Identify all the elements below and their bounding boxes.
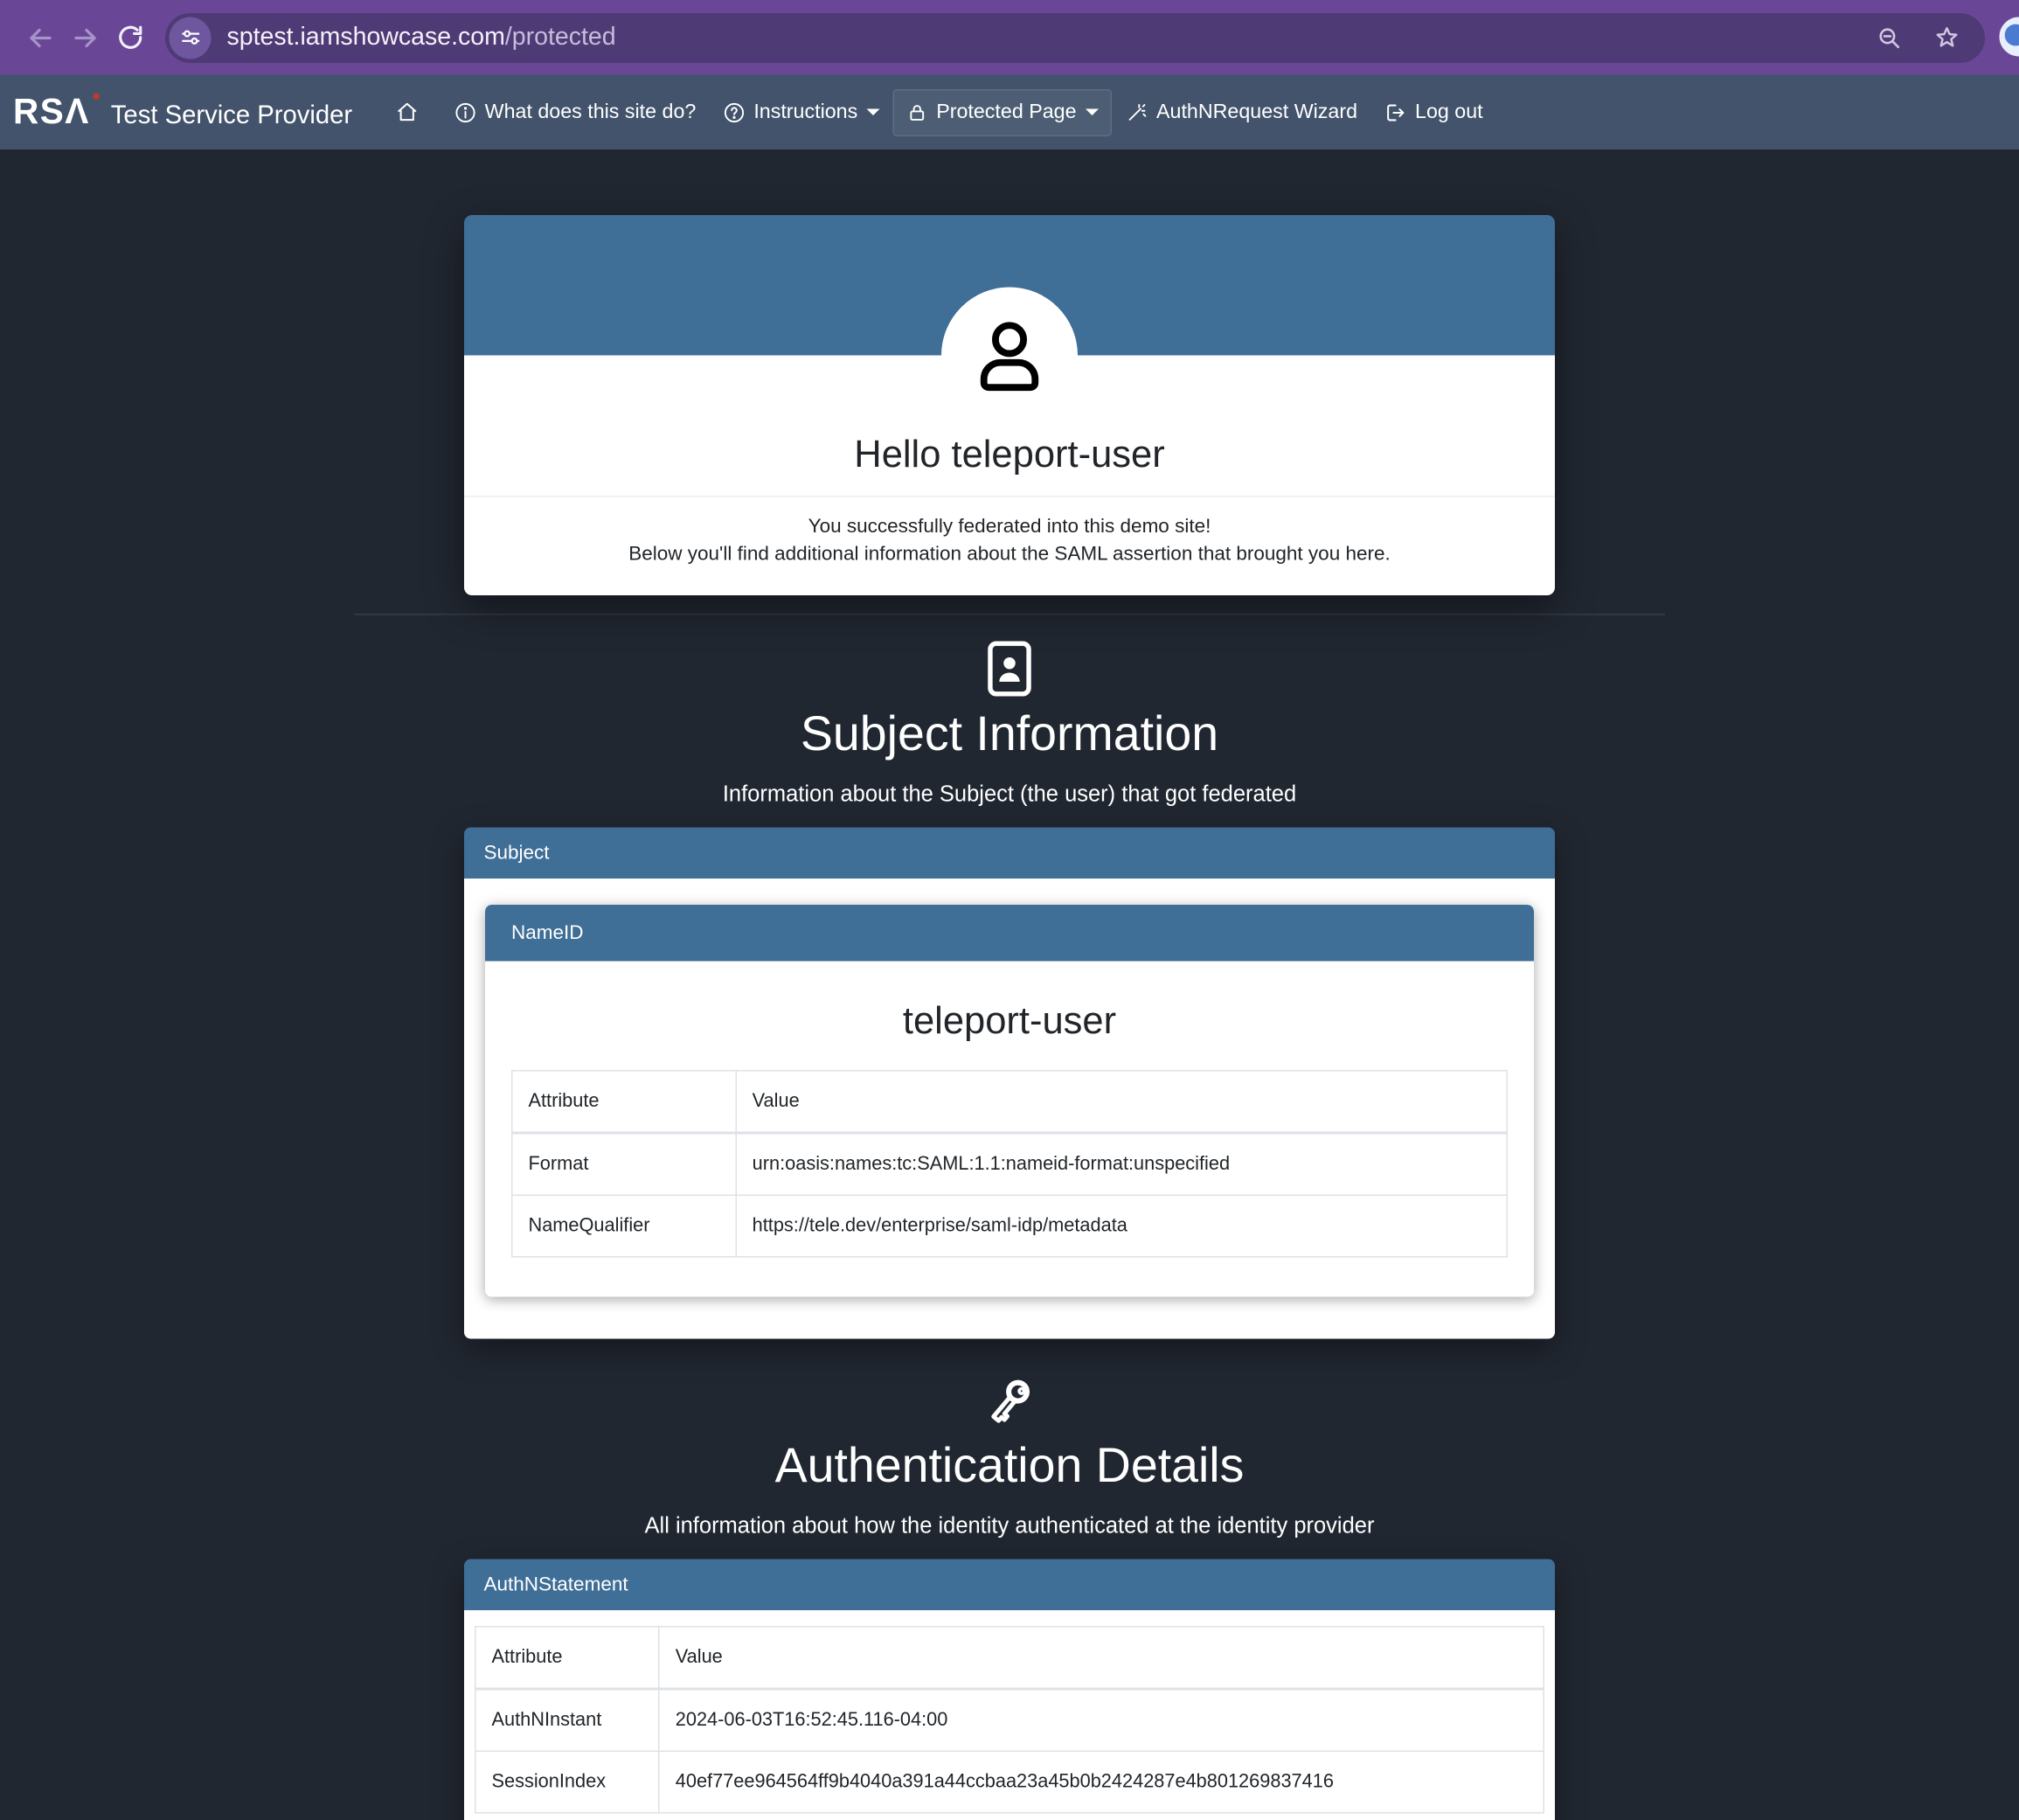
zoom-out-icon[interactable] <box>1870 17 1909 57</box>
brand-title: Test Service Provider <box>110 101 353 130</box>
url-host: sptest.iamshowcase.com <box>226 23 505 51</box>
divider <box>464 496 1555 497</box>
home-icon <box>394 100 420 125</box>
section-subtitle: All information about how the identity a… <box>644 1512 1375 1538</box>
table-row: SessionIndex 40ef77ee964564ff9b4040a391a… <box>474 1749 1544 1813</box>
attribute-cell: SessionIndex <box>474 1749 660 1813</box>
section-title: Authentication Details <box>774 1437 1245 1492</box>
nav-protected-page[interactable]: Protected Page <box>892 88 1113 136</box>
site-navbar: RSΛ Test Service Provider What does this… <box>0 74 2019 149</box>
authnstatement-panel-header: AuthNStatement <box>464 1558 1555 1610</box>
chevron-down-icon <box>1086 108 1100 115</box>
column-header: Value <box>735 1069 1509 1134</box>
attribute-cell: NameQualifier <box>511 1193 737 1257</box>
column-header: Attribute <box>474 1625 660 1690</box>
section-title: Subject Information <box>800 705 1219 761</box>
url-path: /protected <box>504 23 616 51</box>
chevron-down-icon <box>866 108 880 115</box>
subject-panel-header: Subject <box>464 826 1555 879</box>
table-row: AuthNInstant 2024-06-03T16:52:45.116-04:… <box>474 1687 1544 1752</box>
value-cell: https://tele.dev/enterprise/saml-idp/met… <box>735 1193 1509 1257</box>
address-bar[interactable]: sptest.iamshowcase.com/protected <box>165 12 1985 63</box>
hero-section: Hello teleport-user You successfully fed… <box>354 149 1665 615</box>
id-card-icon <box>0 638 2019 698</box>
registered-mark <box>92 93 100 100</box>
nameid-value: teleport-user <box>902 999 1117 1042</box>
authnstatement-panel-body: Attribute Value AuthNInstant 2024-06-03T… <box>464 1609 1555 1820</box>
bookmark-star-icon[interactable] <box>1927 17 1967 57</box>
nameid-panel-header: NameID <box>485 904 1534 961</box>
value-cell: urn:oasis:names:tc:SAML:1.1:nameid-forma… <box>735 1131 1509 1196</box>
attribute-cell: Format <box>511 1131 737 1196</box>
subject-panel: Subject NameID teleport-user Attribute V… <box>464 826 1555 1338</box>
site-settings-icon[interactable] <box>169 16 212 59</box>
hero-card: Hello teleport-user You successfully fed… <box>464 215 1555 595</box>
table-row: NameQualifier https://tele.dev/enterpris… <box>511 1193 1509 1257</box>
brand[interactable]: RSΛ Test Service Provider <box>13 92 352 133</box>
question-icon <box>722 101 746 124</box>
column-header: Value <box>658 1625 1544 1690</box>
url-text[interactable]: sptest.iamshowcase.com/protected <box>227 23 1852 52</box>
authnstatement-panel: AuthNStatement Attribute Value AuthNInst… <box>464 1558 1555 1820</box>
nameid-panel: NameID teleport-user Attribute Value For… <box>485 904 1534 1296</box>
nameid-panel-body: teleport-user Attribute Value Format urn… <box>485 961 1534 1296</box>
column-header: Attribute <box>511 1069 737 1134</box>
value-cell: 2024-06-03T16:52:45.116-04:00 <box>658 1687 1544 1752</box>
hero-card-body: Hello teleport-user You successfully fed… <box>464 287 1555 595</box>
section-subtitle: Information about the Subject (the user)… <box>722 781 1297 806</box>
authn-attributes-table: Attribute Value AuthNInstant 2024-06-03T… <box>474 1625 1544 1813</box>
subject-panel-body: NameID teleport-user Attribute Value For… <box>464 878 1555 1338</box>
browser-profile-avatar[interactable] <box>1999 17 2019 57</box>
info-icon <box>454 101 477 124</box>
table-row: Format urn:oasis:names:tc:SAML:1.1:namei… <box>511 1131 1509 1196</box>
reload-icon[interactable] <box>108 15 152 59</box>
back-icon[interactable] <box>18 15 63 59</box>
screen: sptest.iamshowcase.com/protected RSΛ Tes… <box>0 0 2019 1820</box>
nav-items: What does this site do? Instructions Pro… <box>381 88 1495 137</box>
nav-log-out[interactable]: Log out <box>1370 88 1496 135</box>
wand-icon <box>1125 101 1148 124</box>
rsa-logo: RSΛ <box>13 92 100 133</box>
hero-greeting: Hello teleport-user <box>854 434 1165 476</box>
key-icon <box>0 1372 2019 1430</box>
nav-what-does-this-site-do[interactable]: What does this site do? <box>441 88 710 135</box>
subject-section-head: Subject Information Information about th… <box>0 638 2019 808</box>
nav-home[interactable] <box>381 88 441 137</box>
lock-icon <box>906 101 929 124</box>
nav-authnrequest-wizard[interactable]: AuthNRequest Wizard <box>1112 88 1370 135</box>
logout-icon <box>1384 101 1407 124</box>
browser-toolbar: sptest.iamshowcase.com/protected <box>0 0 2019 75</box>
forward-icon[interactable] <box>63 15 108 59</box>
value-cell: 40ef77ee964564ff9b4040a391a44ccbaa23a45b… <box>658 1749 1544 1813</box>
avatar <box>941 287 1078 424</box>
nameid-attributes-table: Attribute Value Format urn:oasis:names:t… <box>511 1069 1509 1257</box>
page-content: Hello teleport-user You successfully fed… <box>0 149 2019 1820</box>
attribute-cell: AuthNInstant <box>474 1687 660 1752</box>
hero-message: You successfully federated into this dem… <box>628 515 1391 566</box>
auth-section-head: Authentication Details All information a… <box>0 1372 2019 1539</box>
nav-instructions[interactable]: Instructions <box>709 88 892 135</box>
